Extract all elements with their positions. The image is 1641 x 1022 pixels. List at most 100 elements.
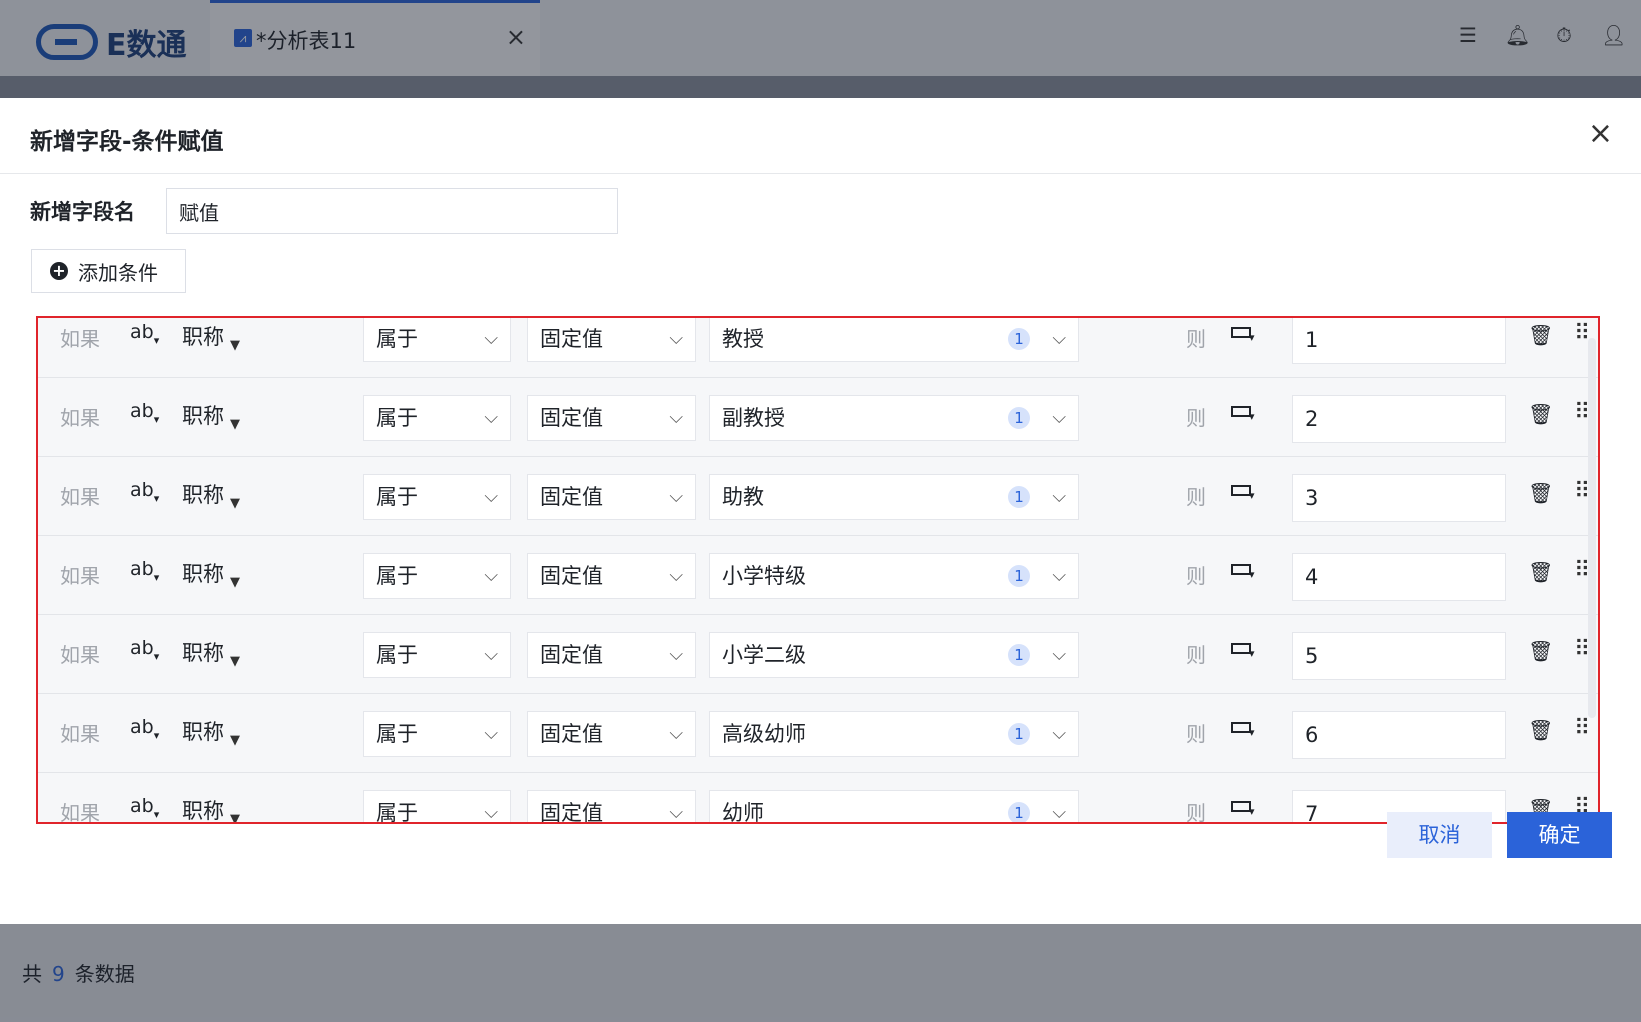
operator-select[interactable]: 属于 ⌵ xyxy=(363,474,511,520)
field-name-row: 新增字段名 xyxy=(30,188,618,234)
field-selector[interactable]: 职称 ▼ xyxy=(182,795,240,824)
drag-handle-icon[interactable]: ⠿ xyxy=(1574,558,1590,583)
trash-icon[interactable]: 🗑︎ xyxy=(1528,481,1553,505)
field-type-dropdown[interactable]: ab xyxy=(130,558,159,580)
result-input[interactable]: 5 xyxy=(1292,632,1506,680)
value-multiselect[interactable]: 高级幼师 1 ⌵ xyxy=(709,711,1079,757)
result-type-icon[interactable]: ▾ xyxy=(1231,325,1261,345)
result-type-icon[interactable]: ▾ xyxy=(1231,720,1261,740)
value-multiselect[interactable]: 幼师 1 ⌵ xyxy=(709,790,1079,823)
result-type-icon[interactable]: ▾ xyxy=(1231,483,1261,503)
chevron-down-icon: ⌵ xyxy=(484,802,498,823)
trash-icon[interactable]: 🗑︎ xyxy=(1528,402,1553,426)
chevron-down-icon: ⌵ xyxy=(484,486,498,507)
chevron-down-icon: ⌵ xyxy=(669,407,683,428)
condition-scrollbar[interactable] xyxy=(1588,338,1596,718)
chevron-down-icon: ⌵ xyxy=(669,723,683,744)
chevron-down-icon: ⌵ xyxy=(1052,802,1066,823)
value-multiselect[interactable]: 副教授 1 ⌵ xyxy=(709,395,1079,441)
chevron-down-icon: ⌵ xyxy=(669,802,683,823)
selected-count-badge: 1 xyxy=(1008,328,1030,350)
field-name: 职称 xyxy=(182,325,224,349)
operator-select[interactable]: 属于 ⌵ xyxy=(363,632,511,678)
then-label: 则 xyxy=(1186,722,1206,746)
value-type-value: 固定值 xyxy=(540,643,603,667)
chevron-down-icon: ⌵ xyxy=(1052,565,1066,586)
value-type-select[interactable]: 固定值 ⌵ xyxy=(527,632,696,678)
caret-down-icon: ▼ xyxy=(230,812,240,824)
drag-handle-icon[interactable]: ⠿ xyxy=(1574,400,1590,425)
selected-value: 助教 xyxy=(722,485,764,509)
result-input[interactable]: 1 xyxy=(1292,318,1506,364)
confirm-button[interactable]: 确定 xyxy=(1507,812,1612,858)
dialog-header: 新增字段-条件赋值 × xyxy=(0,98,1641,174)
condition-row: 如果 ab 职称 ▼ 属于 ⌵ 固定值 ⌵ 高级幼师 1 ⌵ 则 ▾ 6 🗑︎ ⠿ xyxy=(38,694,1598,773)
field-type-dropdown[interactable]: ab xyxy=(130,795,159,817)
field-type-dropdown[interactable]: ab xyxy=(130,637,159,659)
trash-icon[interactable]: 🗑︎ xyxy=(1528,639,1553,663)
field-selector[interactable]: 职称 ▼ xyxy=(182,400,240,432)
field-type-dropdown[interactable]: ab xyxy=(130,716,159,738)
result-type-icon[interactable]: ▾ xyxy=(1231,641,1261,661)
operator-select[interactable]: 属于 ⌵ xyxy=(363,790,511,823)
field-selector[interactable]: 职称 ▼ xyxy=(182,716,240,748)
drag-handle-icon[interactable]: ⠿ xyxy=(1574,479,1590,504)
field-type-dropdown[interactable]: ab xyxy=(130,479,159,501)
add-condition-button[interactable]: + 添加条件 xyxy=(31,249,186,293)
field-selector[interactable]: 职称 ▼ xyxy=(182,321,240,353)
value-multiselect[interactable]: 小学特级 1 ⌵ xyxy=(709,553,1079,599)
close-icon[interactable]: × xyxy=(1588,116,1613,151)
then-label: 则 xyxy=(1186,406,1206,430)
result-input[interactable]: 3 xyxy=(1292,474,1506,522)
chevron-down-icon: ⌵ xyxy=(669,644,683,665)
field-name: 职称 xyxy=(182,799,224,823)
chevron-down-icon: ⌵ xyxy=(484,407,498,428)
operator-value: 属于 xyxy=(376,406,418,430)
field-type-dropdown[interactable]: ab xyxy=(130,400,159,422)
drag-handle-icon[interactable]: ⠿ xyxy=(1574,637,1590,662)
caret-down-icon: ▼ xyxy=(230,338,240,353)
value-multiselect[interactable]: 小学二级 1 ⌵ xyxy=(709,632,1079,678)
field-selector[interactable]: 职称 ▼ xyxy=(182,637,240,669)
value-type-select[interactable]: 固定值 ⌵ xyxy=(527,395,696,441)
field-name-input[interactable] xyxy=(166,188,618,234)
operator-select[interactable]: 属于 ⌵ xyxy=(363,553,511,599)
trash-icon[interactable]: 🗑︎ xyxy=(1528,560,1553,584)
condition-list[interactable]: 如果 ab 职称 ▼ 属于 ⌵ 固定值 ⌵ 教授 1 ⌵ 则 ▾ 1 🗑︎ ⠿ 如果 ab… xyxy=(36,316,1600,824)
if-label: 如果 xyxy=(60,406,100,430)
operator-select[interactable]: 属于 ⌵ xyxy=(363,395,511,441)
value-type-select[interactable]: 固定值 ⌵ xyxy=(527,790,696,823)
result-input[interactable]: 6 xyxy=(1292,711,1506,759)
value-multiselect[interactable]: 助教 1 ⌵ xyxy=(709,474,1079,520)
trash-icon[interactable]: 🗑︎ xyxy=(1528,718,1553,742)
result-type-icon[interactable]: ▾ xyxy=(1231,799,1261,819)
field-selector[interactable]: 职称 ▼ xyxy=(182,558,240,590)
condition-row: 如果 ab 职称 ▼ 属于 ⌵ 固定值 ⌵ 教授 1 ⌵ 则 ▾ 1 🗑︎ ⠿ xyxy=(38,318,1598,378)
result-input[interactable]: 4 xyxy=(1292,553,1506,601)
result-type-icon[interactable]: ▾ xyxy=(1231,404,1261,424)
chevron-down-icon: ⌵ xyxy=(484,565,498,586)
chevron-down-icon: ⌵ xyxy=(669,565,683,586)
result-input[interactable]: 2 xyxy=(1292,395,1506,443)
value-type-select[interactable]: 固定值 ⌵ xyxy=(527,711,696,757)
selected-count-badge: 1 xyxy=(1008,802,1030,822)
value-type-select[interactable]: 固定值 ⌵ xyxy=(527,474,696,520)
value-multiselect[interactable]: 教授 1 ⌵ xyxy=(709,318,1079,362)
field-type-dropdown[interactable]: ab xyxy=(130,321,159,343)
field-selector[interactable]: 职称 ▼ xyxy=(182,479,240,511)
value-type-select[interactable]: 固定值 ⌵ xyxy=(527,318,696,362)
operator-select[interactable]: 属于 ⌵ xyxy=(363,711,511,757)
condition-row: 如果 ab 职称 ▼ 属于 ⌵ 固定值 ⌵ 助教 1 ⌵ 则 ▾ 3 🗑︎ ⠿ xyxy=(38,457,1598,536)
caret-down-icon: ▼ xyxy=(230,654,240,669)
value-type-select[interactable]: 固定值 ⌵ xyxy=(527,553,696,599)
trash-icon[interactable]: 🗑︎ xyxy=(1528,323,1553,347)
chevron-down-icon: ⌵ xyxy=(1052,407,1066,428)
drag-handle-icon[interactable]: ⠿ xyxy=(1574,321,1590,346)
drag-handle-icon[interactable]: ⠿ xyxy=(1574,716,1590,741)
operator-select[interactable]: 属于 ⌵ xyxy=(363,318,511,362)
condition-row: 如果 ab 职称 ▼ 属于 ⌵ 固定值 ⌵ 小学二级 1 ⌵ 则 ▾ 5 🗑︎ ⠿ xyxy=(38,615,1598,694)
result-type-icon[interactable]: ▾ xyxy=(1231,562,1261,582)
selected-count-badge: 1 xyxy=(1008,565,1030,587)
cancel-button[interactable]: 取消 xyxy=(1387,812,1492,858)
value-type-value: 固定值 xyxy=(540,406,603,430)
